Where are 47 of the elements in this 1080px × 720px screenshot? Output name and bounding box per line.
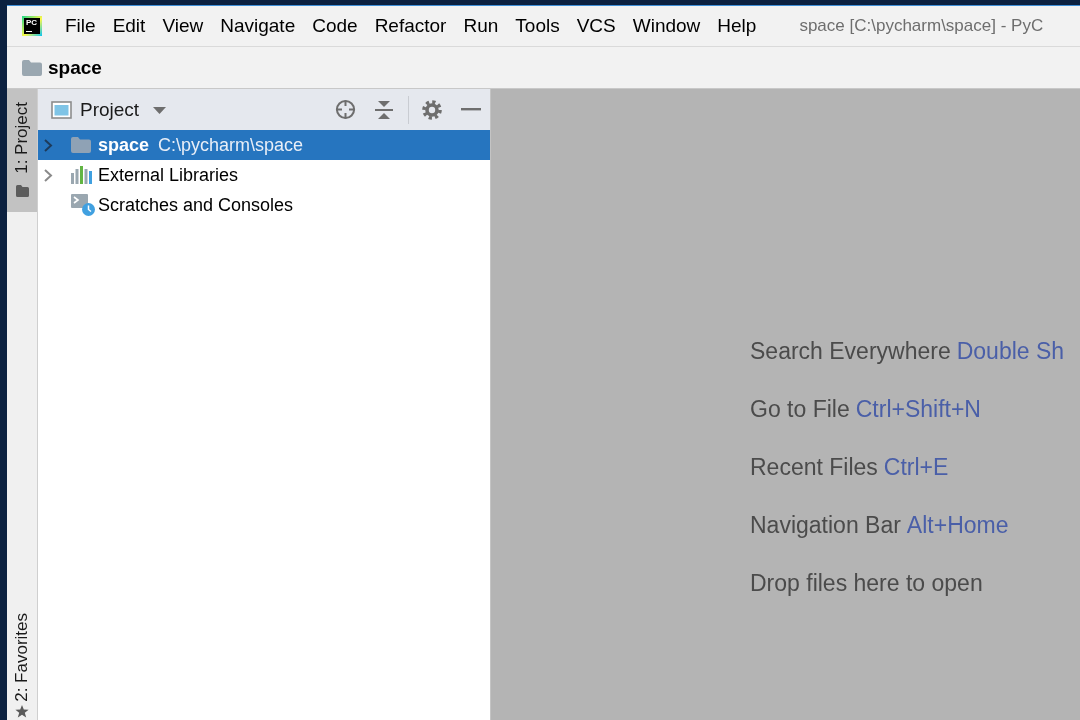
shortcut-text: Alt+Home bbox=[906, 511, 1009, 539]
tool-window-tab[interactable]: 1: Project bbox=[7, 89, 37, 212]
view-dropdown[interactable]: Project bbox=[80, 98, 167, 121]
shortcut-text: Ctrl+Shift+N bbox=[855, 395, 981, 423]
hint-text: Navigation Bar bbox=[750, 511, 901, 539]
menu-item[interactable]: Tools bbox=[507, 13, 568, 39]
settings-icon[interactable] bbox=[422, 99, 442, 120]
shortcut-text: Ctrl+E bbox=[883, 453, 949, 481]
menu-item[interactable]: VCS bbox=[568, 13, 624, 39]
hint-text: Go to File bbox=[750, 395, 850, 423]
collapse-icon[interactable] bbox=[374, 99, 394, 120]
folder-icon bbox=[22, 59, 42, 76]
tree-item-label: External Libraries bbox=[98, 164, 239, 186]
tree-item-label: Scratches and Consoles bbox=[98, 194, 294, 216]
menu-item[interactable]: Window bbox=[624, 13, 709, 39]
hint-text: Recent Files bbox=[750, 453, 878, 481]
tool-window-tab[interactable]: 2: Favorites bbox=[7, 613, 37, 720]
chevron-right-icon[interactable] bbox=[42, 168, 54, 182]
app-logo: PC bbox=[22, 16, 42, 36]
menu-item[interactable]: Refactor bbox=[366, 13, 455, 39]
hint-text: Drop files here to open bbox=[750, 569, 983, 597]
minimize-icon[interactable] bbox=[461, 108, 481, 111]
menu-item[interactable]: Edit bbox=[104, 13, 154, 39]
console-clock-icon bbox=[71, 194, 95, 216]
menu-item[interactable]: View bbox=[154, 13, 212, 39]
shortcut-text: Double Sh bbox=[956, 337, 1065, 365]
menu-item[interactable]: Help bbox=[709, 13, 765, 39]
caret-icon bbox=[153, 107, 167, 114]
tree-row[interactable]: space C:\pycharm\space bbox=[38, 130, 490, 160]
menu-item[interactable]: Navigate bbox=[212, 13, 304, 39]
menu-item[interactable]: Run bbox=[455, 13, 507, 39]
tree-item-label: space bbox=[98, 134, 150, 156]
menu-item[interactable]: Code bbox=[304, 13, 366, 39]
window-title: space [C:\pycharm\space] - PyC bbox=[799, 16, 1044, 36]
chevron-right-icon[interactable] bbox=[42, 138, 54, 152]
breadcrumb-item[interactable]: space bbox=[48, 56, 102, 79]
bars-icon bbox=[71, 166, 92, 184]
menu-item[interactable]: File bbox=[57, 13, 104, 39]
window-icon bbox=[51, 100, 72, 119]
hint-text: Search Everywhere bbox=[750, 337, 951, 365]
folder-icon bbox=[15, 184, 29, 197]
project-path: C:\pycharm\space bbox=[158, 134, 304, 156]
folder-icon bbox=[71, 137, 91, 153]
crosshair-icon[interactable] bbox=[335, 99, 356, 120]
star-icon bbox=[15, 705, 29, 718]
tree-row[interactable]: External Libraries bbox=[38, 160, 490, 190]
tree-row[interactable]: Scratches and Consoles bbox=[38, 190, 490, 220]
